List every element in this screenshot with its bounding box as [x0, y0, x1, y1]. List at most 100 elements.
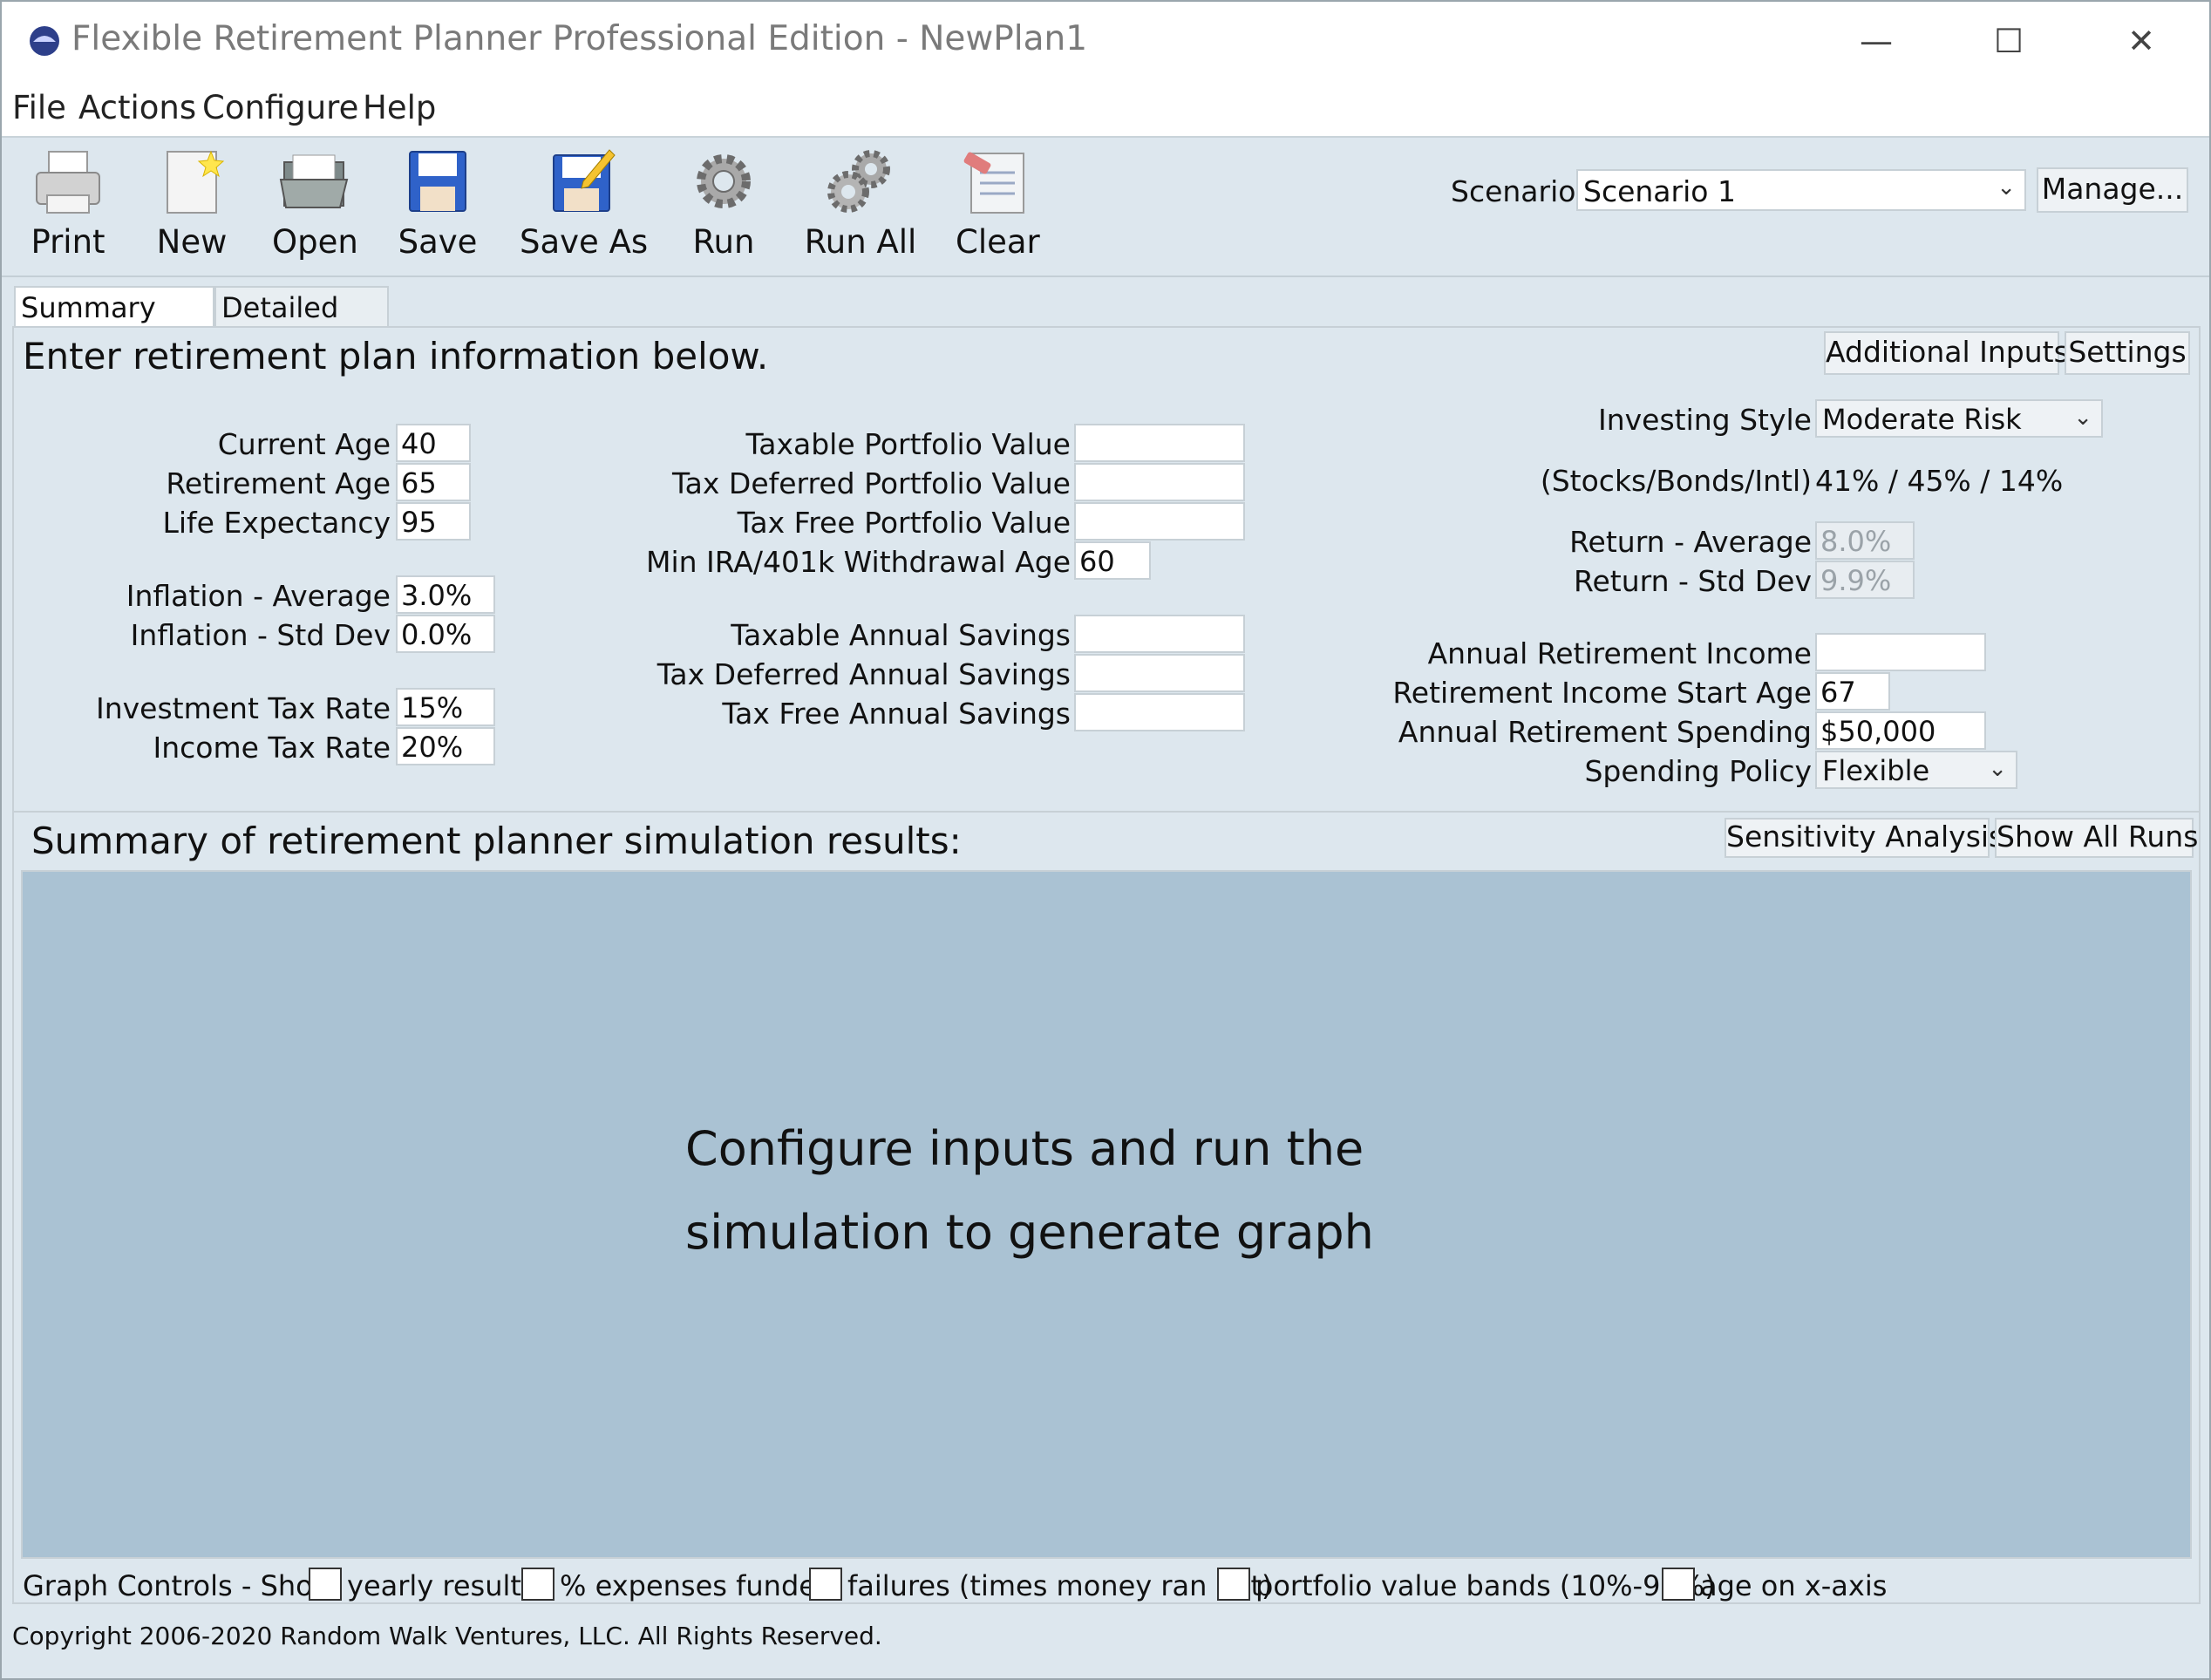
return-average-label: Return - Average	[1569, 525, 1812, 559]
age-on-x-axis-label: age on x-axis	[1700, 1569, 1888, 1602]
income-tax-rate-field[interactable]: 20%	[396, 727, 495, 765]
yearly-results-checkbox[interactable]	[309, 1568, 342, 1601]
expenses-funded-checkbox[interactable]	[521, 1568, 554, 1601]
investment-tax-rate-field[interactable]: 15%	[396, 688, 495, 726]
scenario-label: Scenario:	[1451, 174, 1586, 208]
gears-icon	[827, 150, 890, 213]
portfolio-bands-checkbox[interactable]	[1217, 1568, 1250, 1601]
app-window: Flexible Retirement Planner Professional…	[0, 0, 2211, 1680]
scenario-select-value: Scenario 1	[1583, 174, 1736, 208]
income-tax-rate-label: Income Tax Rate	[153, 731, 391, 765]
show-all-runs-button[interactable]: Show All Runs	[1995, 818, 2198, 858]
tax-free-portfolio-field[interactable]	[1074, 502, 1245, 541]
toolbar: Print New Open Save Save As Run Run All …	[2, 138, 2209, 277]
annual-retirement-income-field[interactable]	[1815, 633, 1986, 671]
age-on-x-axis-checkbox[interactable]	[1662, 1568, 1695, 1601]
income-start-age-field[interactable]: 67	[1815, 672, 1890, 711]
retirement-age-label: Retirement Age	[166, 466, 391, 500]
tax-deferred-savings-label: Tax Deferred Annual Savings	[656, 657, 1071, 691]
new-label: New	[156, 223, 228, 261]
investing-style-value: Moderate Risk	[1822, 403, 2022, 436]
tax-free-savings-field[interactable]	[1074, 693, 1245, 731]
life-expectancy-field[interactable]: 95	[396, 502, 471, 541]
taxable-savings-label: Taxable Annual Savings	[731, 618, 1071, 652]
tab-detailed-view[interactable]: Detailed View	[214, 286, 389, 364]
window-title: Flexible Retirement Planner Professional…	[71, 19, 1088, 58]
tab-summary-view[interactable]: Summary View	[14, 286, 214, 364]
title-bar: Flexible Retirement Planner Professional…	[2, 2, 2209, 82]
inflation-average-field[interactable]: 3.0%	[396, 575, 495, 614]
inflation-std-dev-field[interactable]: 0.0%	[396, 615, 495, 653]
tax-free-savings-label: Tax Free Annual Savings	[722, 697, 1071, 731]
return-std-dev-field: 9.9%	[1815, 561, 1915, 599]
save-label: Save	[398, 223, 478, 261]
investing-style-label: Investing Style	[1597, 403, 1812, 437]
menu-configure[interactable]: Configure	[202, 89, 358, 126]
close-button[interactable]: ✕	[2099, 10, 2183, 71]
manage-button[interactable]: Manage...	[2037, 167, 2188, 213]
minimize-button[interactable]: —	[1834, 10, 1918, 71]
inputs-heading: Enter retirement plan information below.	[23, 335, 769, 377]
run-button[interactable]: Run	[682, 146, 765, 269]
results-graph-area[interactable]: Configure inputs and run the simulation …	[21, 870, 2192, 1559]
chevron-down-icon: ⌄	[2073, 405, 2092, 431]
chevron-down-icon: ⌄	[1988, 756, 2007, 782]
clear-label: Clear	[956, 223, 1040, 261]
clear-button[interactable]: Clear	[956, 146, 1040, 269]
gear-icon	[697, 154, 751, 208]
graph-message-line2: simulation to generate graph	[685, 1205, 1374, 1260]
save-button[interactable]: Save	[396, 146, 480, 269]
failures-checkbox[interactable]	[809, 1568, 842, 1601]
scenario-select[interactable]: Scenario 1 ⌄	[1576, 169, 2026, 211]
folder-open-icon	[279, 154, 349, 208]
allocation-value: 41% / 45% / 14%	[1815, 464, 2064, 498]
graph-controls-label: Graph Controls - Show:	[23, 1569, 344, 1602]
retirement-age-field[interactable]: 65	[396, 463, 471, 501]
additional-inputs-button[interactable]: Additional Inputs	[1824, 331, 2069, 375]
annual-retirement-income-label: Annual Retirement Income	[1427, 636, 1812, 670]
return-std-dev-label: Return - Std Dev	[1574, 564, 1812, 598]
save-as-button[interactable]: Save As	[520, 146, 649, 269]
inflation-average-label: Inflation - Average	[126, 579, 391, 613]
taxable-savings-field[interactable]	[1074, 615, 1245, 653]
menu-bar: File Actions Configure Help	[2, 82, 2209, 138]
tax-deferred-portfolio-field[interactable]	[1074, 463, 1245, 501]
settings-button[interactable]: Settings	[2065, 331, 2190, 375]
investment-tax-rate-label: Investment Tax Rate	[95, 691, 391, 725]
allocation-label: (Stocks/Bonds/Intl)	[1540, 464, 1812, 498]
print-button[interactable]: Print	[26, 146, 110, 269]
taxable-portfolio-field[interactable]	[1074, 424, 1245, 462]
spending-policy-select[interactable]: Flexible ⌄	[1815, 751, 2017, 789]
floppy-disk-icon	[409, 151, 466, 212]
spending-policy-value: Flexible	[1822, 754, 1930, 787]
annual-spending-label: Annual Retirement Spending	[1398, 715, 1812, 749]
expenses-funded-label: % expenses funded	[560, 1569, 834, 1602]
save-as-label: Save As	[520, 223, 649, 261]
portfolio-bands-label: portfolio value bands (10%-90%)	[1255, 1569, 1716, 1602]
min-withdrawal-age-field[interactable]: 60	[1074, 541, 1151, 580]
menu-file[interactable]: File	[12, 89, 66, 126]
tax-deferred-savings-field[interactable]	[1074, 654, 1245, 692]
menu-actions[interactable]: Actions	[78, 89, 196, 126]
open-button[interactable]: Open	[272, 146, 358, 269]
investing-style-select[interactable]: Moderate Risk ⌄	[1815, 399, 2103, 438]
graph-placeholder-message: Configure inputs and run the simulation …	[685, 1107, 1374, 1275]
min-withdrawal-age-label: Min IRA/401k Withdrawal Age	[645, 545, 1071, 579]
maximize-button[interactable]: ☐	[1967, 10, 2051, 71]
printer-icon	[36, 151, 100, 214]
new-button[interactable]: New	[150, 146, 234, 269]
run-all-button[interactable]: Run All	[804, 146, 917, 269]
failures-label: failures (times money ran out)	[847, 1569, 1273, 1602]
sensitivity-analysis-button[interactable]: Sensitivity Analysis	[1725, 818, 2004, 858]
spending-policy-label: Spending Policy	[1584, 754, 1812, 788]
run-all-label: Run All	[804, 223, 917, 261]
run-label: Run	[692, 223, 755, 261]
current-age-field[interactable]: 40	[396, 424, 471, 462]
results-heading: Summary of retirement planner simulation…	[31, 820, 962, 862]
menu-help[interactable]: Help	[363, 89, 436, 126]
open-label: Open	[272, 223, 358, 261]
yearly-results-label: yearly results	[347, 1569, 536, 1602]
annual-spending-field[interactable]: $50,000	[1815, 711, 1986, 750]
life-expectancy-label: Life Expectancy	[162, 506, 391, 540]
print-label: Print	[31, 223, 105, 261]
